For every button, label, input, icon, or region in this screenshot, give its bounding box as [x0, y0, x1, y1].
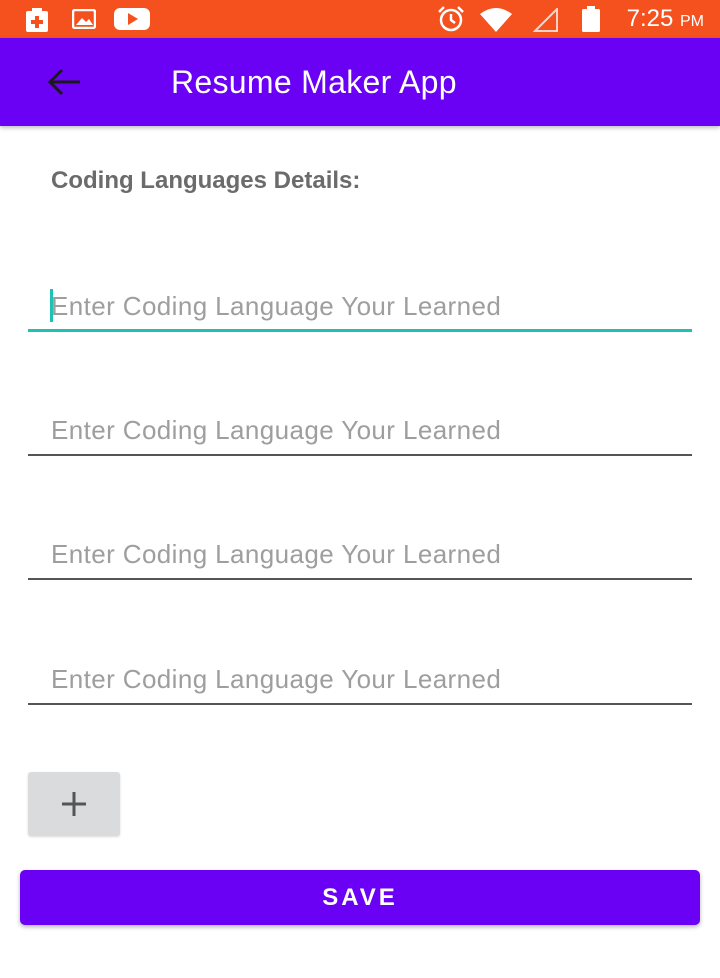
field-underline: [28, 454, 692, 456]
field-underline: [28, 703, 692, 705]
section-heading: Coding Languages Details:: [51, 167, 361, 194]
youtube-icon: [114, 8, 150, 30]
coding-language-field-1[interactable]: [28, 272, 692, 332]
field-underline: [28, 578, 692, 580]
app-bar: Resume Maker App: [0, 38, 720, 126]
coding-language-input-1[interactable]: [28, 272, 692, 332]
coding-language-input-3[interactable]: [28, 520, 692, 580]
clock-time: 7:25: [626, 5, 674, 32]
add-field-button[interactable]: [28, 772, 120, 836]
field-underline: [28, 329, 692, 332]
app-title: Resume Maker App: [171, 64, 457, 100]
coding-language-field-4[interactable]: [28, 645, 692, 705]
status-time: 7:25 PM: [627, 5, 704, 33]
clock-ampm: PM: [680, 13, 704, 30]
alarm-icon: [438, 6, 464, 32]
coding-language-input-4[interactable]: [28, 645, 692, 705]
coding-language-field-3[interactable]: [28, 520, 692, 580]
wifi-icon: [480, 8, 512, 32]
battery-saver-icon: [26, 8, 48, 32]
battery-icon: [582, 6, 600, 32]
image-icon: [72, 9, 96, 29]
signal-icon: [533, 8, 558, 32]
plus-icon: [62, 792, 86, 816]
arrow-back-icon[interactable]: [46, 66, 82, 98]
save-button[interactable]: SAVE: [20, 870, 700, 925]
text-cursor: [50, 289, 53, 322]
coding-language-field-2[interactable]: [28, 396, 692, 456]
status-bar: 7:25 PM: [0, 0, 720, 38]
coding-language-input-2[interactable]: [28, 396, 692, 456]
